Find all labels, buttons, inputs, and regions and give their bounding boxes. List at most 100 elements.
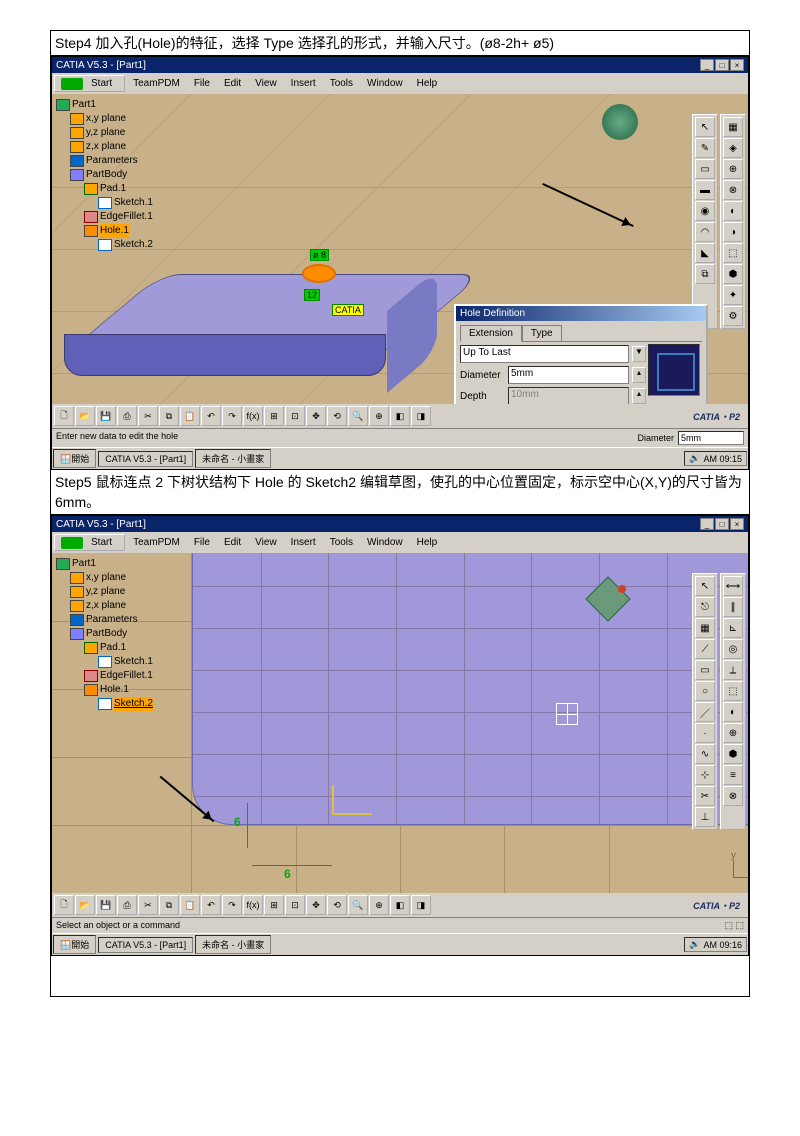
tool-profile[interactable]: ⟋ xyxy=(695,639,715,659)
btn-open[interactable]: 📂 xyxy=(75,895,95,915)
btn-v2[interactable]: ⊡ xyxy=(285,895,305,915)
tool-fillet[interactable]: ◠ xyxy=(695,222,715,242)
menu-file[interactable]: File xyxy=(188,77,216,90)
tool-a[interactable]: ▦ xyxy=(723,117,743,137)
dropdown-icon[interactable]: ▼ xyxy=(632,346,646,362)
btn-v8[interactable]: ◨ xyxy=(411,406,431,426)
taskbar-paint[interactable]: 未命名 - 小畫家 xyxy=(195,449,271,468)
tool-pocket[interactable]: ▬ xyxy=(695,180,715,200)
tool-con3[interactable]: ⊾ xyxy=(723,618,743,638)
btn-undo[interactable]: ↶ xyxy=(201,895,221,915)
tool-circle[interactable]: ○ xyxy=(695,681,715,701)
tree-hole-selected[interactable]: Hole.1 xyxy=(100,224,129,238)
extension-type-select[interactable]: Up To Last xyxy=(460,345,629,363)
btn-v4[interactable]: ⟲ xyxy=(327,406,347,426)
menu-edit[interactable]: Edit xyxy=(218,77,247,90)
btn-fx[interactable]: f(x) xyxy=(243,406,263,426)
status-diameter-input[interactable] xyxy=(678,431,744,445)
tool-exit[interactable]: ⎋ xyxy=(695,597,715,617)
start-button[interactable]: 🪟開始 xyxy=(53,935,96,954)
tool-h[interactable]: ⬢ xyxy=(723,264,743,284)
tool-j[interactable]: ⚙ xyxy=(723,306,743,326)
btn-print[interactable]: ⎙ xyxy=(117,406,137,426)
maximize-button[interactable]: □ xyxy=(715,518,729,530)
start-menu[interactable]: Start xyxy=(54,534,125,551)
tool-hole[interactable]: ◉ xyxy=(695,201,715,221)
btn-print[interactable]: ⎙ xyxy=(117,895,137,915)
taskbar-paint[interactable]: 未命名 - 小畫家 xyxy=(195,935,271,954)
tree-sketch2-selected[interactable]: Sketch.2 xyxy=(114,697,153,711)
spinner-icon[interactable]: ▴ xyxy=(632,367,646,383)
menu-edit[interactable]: Edit xyxy=(218,536,247,549)
start-menu[interactable]: Start xyxy=(54,75,125,92)
tool-chamfer[interactable]: ◣ xyxy=(695,243,715,263)
minimize-button[interactable]: _ xyxy=(700,518,714,530)
tool-f[interactable]: ◑ xyxy=(723,222,743,242)
tool-x6[interactable]: ⊗ xyxy=(723,786,743,806)
close-button[interactable]: × xyxy=(730,59,744,71)
tool-constraint[interactable]: ⊥ xyxy=(695,807,715,827)
btn-redo[interactable]: ↷ xyxy=(222,406,242,426)
btn-save[interactable]: 💾 xyxy=(96,406,116,426)
btn-v1[interactable]: ⊞ xyxy=(264,406,284,426)
btn-v4[interactable]: ⟲ xyxy=(327,895,347,915)
tool-x3[interactable]: ⊕ xyxy=(723,723,743,743)
tool-line[interactable]: ／ xyxy=(695,702,715,722)
tool-spline[interactable]: ∿ xyxy=(695,744,715,764)
spec-tree[interactable]: Part1 x,y plane y,z plane z,x plane Para… xyxy=(56,557,153,711)
tab-type[interactable]: Type xyxy=(522,325,562,341)
btn-undo[interactable]: ↶ xyxy=(201,406,221,426)
tool-dim[interactable]: ⟷ xyxy=(723,576,743,596)
btn-paste[interactable]: 📋 xyxy=(180,895,200,915)
tool-rect[interactable]: ▭ xyxy=(695,660,715,680)
btn-v7[interactable]: ◧ xyxy=(390,406,410,426)
tool-point[interactable]: · xyxy=(695,723,715,743)
menu-window[interactable]: Window xyxy=(361,77,409,90)
3d-viewport[interactable]: Part1 x,y plane y,z plane z,x plane Para… xyxy=(52,94,748,404)
tool-trim[interactable]: ✂ xyxy=(695,786,715,806)
tool-x1[interactable]: ⬚ xyxy=(723,681,743,701)
tool-x4[interactable]: ⬢ xyxy=(723,744,743,764)
menu-view[interactable]: View xyxy=(249,536,283,549)
tool-i[interactable]: ✦ xyxy=(723,285,743,305)
compass[interactable] xyxy=(592,583,628,619)
menu-teampdm[interactable]: TeamPDM xyxy=(127,536,186,549)
btn-redo[interactable]: ↷ xyxy=(222,895,242,915)
btn-copy[interactable]: ⧉ xyxy=(159,895,179,915)
sketch-viewport[interactable]: Part1 x,y plane y,z plane z,x plane Para… xyxy=(52,553,748,893)
dim-y[interactable]: 6 xyxy=(234,815,241,829)
tool-x5[interactable]: ≡ xyxy=(723,765,743,785)
tab-extension[interactable]: Extension xyxy=(460,325,522,342)
tool-con5[interactable]: ⟂ xyxy=(723,660,743,680)
maximize-button[interactable]: □ xyxy=(715,59,729,71)
tool-e[interactable]: ◐ xyxy=(723,201,743,221)
tool-select[interactable]: ↖ xyxy=(695,576,715,596)
btn-cut[interactable]: ✂ xyxy=(138,895,158,915)
tool-d[interactable]: ⊗ xyxy=(723,180,743,200)
tool-select[interactable]: ↖ xyxy=(695,117,715,137)
btn-v5[interactable]: 🔍 xyxy=(348,406,368,426)
btn-new[interactable]: 🗋 xyxy=(54,895,74,915)
hole-preview[interactable] xyxy=(302,264,336,283)
tool-con2[interactable]: ∥ xyxy=(723,597,743,617)
tool-pad[interactable]: ▭ xyxy=(695,159,715,179)
tool-x2[interactable]: ◐ xyxy=(723,702,743,722)
spec-tree[interactable]: Part1 x,y plane y,z plane z,x plane Para… xyxy=(56,98,153,252)
menu-help[interactable]: Help xyxy=(411,77,444,90)
btn-v6[interactable]: ⊕ xyxy=(369,895,389,915)
btn-v3[interactable]: ✥ xyxy=(306,895,326,915)
start-button[interactable]: 🪟開始 xyxy=(53,449,96,468)
menu-view[interactable]: View xyxy=(249,77,283,90)
menu-help[interactable]: Help xyxy=(411,536,444,549)
btn-v1[interactable]: ⊞ xyxy=(264,895,284,915)
tool-b[interactable]: ◈ xyxy=(723,138,743,158)
btn-v5[interactable]: 🔍 xyxy=(348,895,368,915)
btn-v3[interactable]: ✥ xyxy=(306,406,326,426)
menu-window[interactable]: Window xyxy=(361,536,409,549)
menu-tools[interactable]: Tools xyxy=(324,536,359,549)
menu-insert[interactable]: Insert xyxy=(285,536,322,549)
compass[interactable] xyxy=(602,104,638,140)
btn-open[interactable]: 📂 xyxy=(75,406,95,426)
tool-c[interactable]: ⊕ xyxy=(723,159,743,179)
menu-tools[interactable]: Tools xyxy=(324,77,359,90)
